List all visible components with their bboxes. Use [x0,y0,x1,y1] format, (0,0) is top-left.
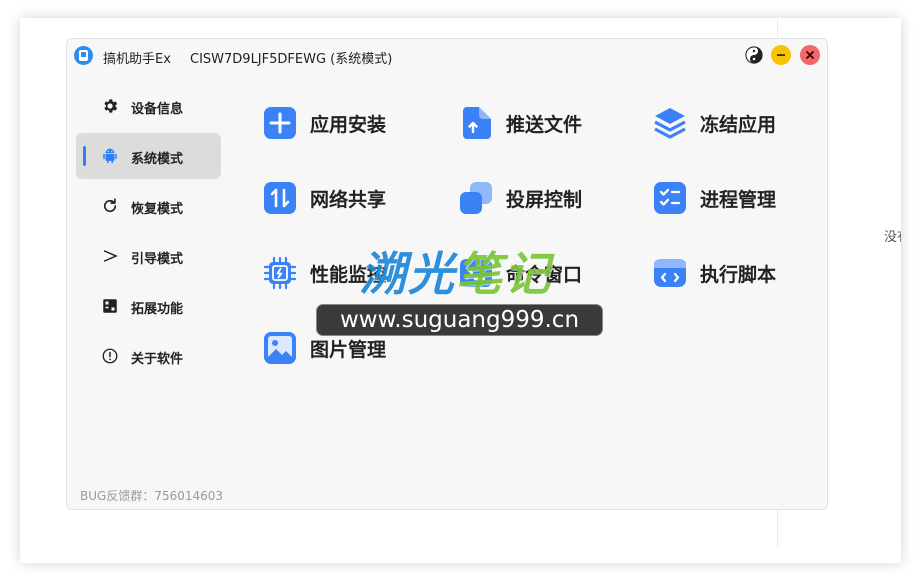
plus-icon [263,106,297,140]
feature-label: 推送文件 [506,113,583,136]
feature-label: 冻结应用 [700,113,777,136]
watermark-url: www.suguang999.cn [316,304,603,336]
chevron-right-icon [100,246,120,266]
feature-label: 网络共享 [310,188,387,211]
code-icon [653,256,687,290]
screen-mirror-icon [459,181,493,215]
checklist-icon [653,181,687,215]
sidebar-item-system-mode[interactable]: 系统模式 [76,133,221,179]
sidebar-item-extensions[interactable]: 拓展功能 [76,283,221,329]
feature-process-manager[interactable]: 进程管理 [653,180,776,216]
cpu-icon [263,256,297,290]
sidebar-item-label: 恢复模式 [131,202,184,217]
sidebar-item-about[interactable]: 关于软件 [76,333,221,379]
gear-icon [100,96,120,116]
android-icon [100,146,120,166]
minimize-icon [777,54,785,56]
feature-label: 执行脚本 [700,263,777,286]
feature-push-file[interactable]: 推送文件 [459,105,582,141]
app-logo-icon [74,46,93,65]
close-icon [805,50,815,60]
feature-label: 投屏控制 [506,188,583,211]
info-icon [100,346,120,366]
sidebar-item-label: 引导模式 [131,252,184,267]
feature-label: 进程管理 [700,188,777,211]
network-share-icon [263,181,297,215]
sidebar-item-boot-mode[interactable]: 引导模式 [76,233,221,279]
image-icon [263,331,297,365]
feature-execute-script[interactable]: 执行脚本 [653,255,776,291]
close-button[interactable] [800,45,820,65]
sidebar-item-label: 设备信息 [131,102,184,117]
extension-icon [100,296,120,316]
background-cut-text: 没有 [884,230,901,245]
feature-app-install[interactable]: 应用安装 [263,105,386,141]
sidebar-item-label: 关于软件 [131,352,184,367]
bug-feedback-text: BUG反馈群：756014603 [80,489,224,503]
feature-screen-mirror[interactable]: 投屏控制 [459,180,582,216]
sidebar-item-recovery-mode[interactable]: 恢复模式 [76,183,221,229]
sidebar: 设备信息 系统模式 恢复模式 引导模式 拓展功能 关于软件 [76,83,222,383]
feature-network-share[interactable]: 网络共享 [263,180,386,216]
title-bar: 搞机助手Ex CISW7D9LJF5DFEWG (系统模式) [67,39,827,73]
sidebar-item-label: 系统模式 [131,152,184,167]
layers-icon [653,106,687,140]
active-indicator [83,146,86,166]
device-title: CISW7D9LJF5DFEWG (系统模式) [190,52,393,67]
theme-toggle-icon[interactable] [744,45,764,65]
feature-label: 图片管理 [310,338,387,361]
sidebar-item-device-info[interactable]: 设备信息 [76,83,221,129]
watermark-cn-part2: 笔记 [456,247,552,301]
feature-label: 应用安装 [310,113,387,136]
upload-file-icon [459,106,493,140]
watermark-cn-part1: 溯光 [360,247,456,301]
app-title: 搞机助手Ex [103,52,171,67]
minimize-button[interactable] [771,45,791,65]
watermark-logo: 溯光笔记 [360,238,552,304]
refresh-icon [100,196,120,216]
feature-freeze-app[interactable]: 冻结应用 [653,105,776,141]
sidebar-item-label: 拓展功能 [131,302,184,317]
